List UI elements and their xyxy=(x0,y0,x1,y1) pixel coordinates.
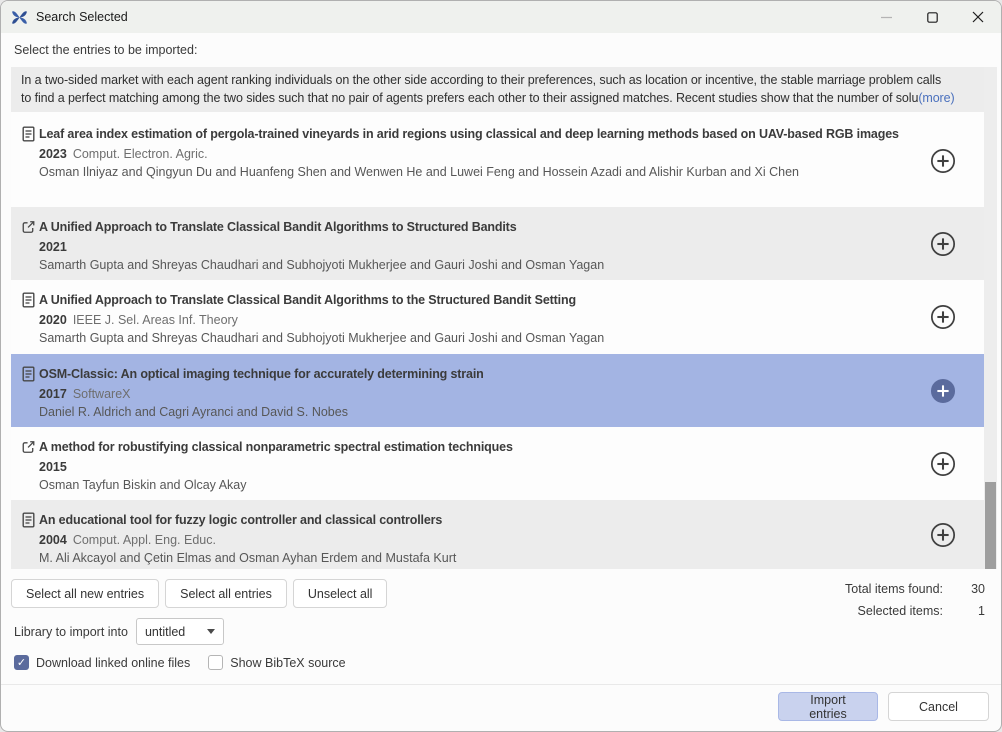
library-selected-value: untitled xyxy=(145,625,185,639)
library-select[interactable]: untitled xyxy=(136,618,224,645)
add-entry-button[interactable] xyxy=(930,522,956,548)
abstract-line2: to find a perfect matching among the two… xyxy=(21,90,918,108)
results-list: In a two-sided market with each agent ra… xyxy=(11,67,997,569)
external-link-icon xyxy=(21,219,36,235)
import-entries-button[interactable]: Import entries xyxy=(778,692,878,721)
more-link[interactable]: (more) xyxy=(918,90,954,108)
entry-year: 2023 xyxy=(39,147,67,161)
entry-year: 2004 xyxy=(39,533,67,547)
jabref-logo-icon xyxy=(11,9,28,26)
show-bibtex-checkbox[interactable] xyxy=(208,655,223,670)
search-selected-dialog: Search Selected Select the entries to be… xyxy=(0,0,1002,732)
entry-year: 2021 xyxy=(39,240,67,254)
abstract-preview: In a two-sided market with each agent ra… xyxy=(11,67,984,112)
entry-authors: Samarth Gupta and Shreyas Chaudhari and … xyxy=(39,329,928,347)
selected-items-label: Selected items: xyxy=(858,604,943,618)
entry-meta: 2017 SoftwareX xyxy=(39,385,928,403)
entry-journal: IEEE J. Sel. Areas Inf. Theory xyxy=(73,313,238,327)
entry-meta: 2020 IEEE J. Sel. Areas Inf. Theory xyxy=(39,311,928,329)
footer-divider xyxy=(1,684,1001,685)
entry-title: An educational tool for fuzzy logic cont… xyxy=(39,511,928,530)
external-link-icon xyxy=(21,439,36,455)
results-rows: In a two-sided market with each agent ra… xyxy=(11,67,984,569)
entry-title: A method for robustifying classical nonp… xyxy=(39,438,928,457)
entry-row-5[interactable]: A method for robustifying classical nonp… xyxy=(11,427,984,500)
add-entry-button[interactable] xyxy=(930,304,956,330)
entry-row-2[interactable]: A Unified Approach to Translate Classica… xyxy=(11,207,984,280)
dialog-button-bar: Import entries Cancel xyxy=(778,692,989,721)
stats-panel: Total items found: 30 Selected items: 1 xyxy=(845,578,985,622)
close-button[interactable] xyxy=(955,1,1001,33)
library-row: Library to import into untitled xyxy=(14,618,224,645)
entry-meta: 2023 Comput. Electron. Agric. xyxy=(39,145,928,163)
entry-row-4-selected[interactable]: OSM-Classic: An optical imaging techniqu… xyxy=(11,354,984,427)
entry-title: A Unified Approach to Translate Classica… xyxy=(39,291,928,310)
add-entry-button[interactable] xyxy=(930,231,956,257)
entry-year: 2020 xyxy=(39,313,67,327)
cancel-button[interactable]: Cancel xyxy=(888,692,989,721)
entry-journal: Comput. Appl. Eng. Educ. xyxy=(73,533,216,547)
entry-meta: 2021 xyxy=(39,238,928,256)
entry-meta: 2004 Comput. Appl. Eng. Educ. xyxy=(39,531,928,549)
minimize-button[interactable] xyxy=(863,1,909,33)
file-document-icon xyxy=(21,366,36,382)
options-row: ✓ Download linked online files Show BibT… xyxy=(14,655,364,670)
window-title: Search Selected xyxy=(36,10,128,24)
entry-year: 2015 xyxy=(39,460,67,474)
selection-buttons: Select all new entries Select all entrie… xyxy=(11,579,387,608)
entry-authors: Osman Tayfun Biskin and Olcay Akay xyxy=(39,476,928,494)
titlebar[interactable]: Search Selected xyxy=(1,1,1001,33)
add-entry-button[interactable] xyxy=(930,451,956,477)
list-scrollbar[interactable] xyxy=(984,67,997,569)
file-document-icon xyxy=(21,512,36,528)
entry-authors: Osman Ilniyaz and Qingyun Du and Huanfen… xyxy=(39,163,928,181)
entry-authors: Samarth Gupta and Shreyas Chaudhari and … xyxy=(39,256,928,274)
prompt-label: Select the entries to be imported: xyxy=(14,43,197,57)
select-all-entries-button[interactable]: Select all entries xyxy=(165,579,287,608)
entry-authors: Daniel R. Aldrich and Cagri Ayranci and … xyxy=(39,403,928,421)
scrollbar-thumb[interactable] xyxy=(985,482,996,569)
entry-year: 2017 xyxy=(39,387,67,401)
entry-title: OSM-Classic: An optical imaging techniqu… xyxy=(39,365,928,384)
entry-row-3[interactable]: A Unified Approach to Translate Classica… xyxy=(11,280,984,354)
file-document-icon xyxy=(21,126,36,142)
total-items-label: Total items found: xyxy=(845,582,943,596)
entry-title: Leaf area index estimation of pergola-tr… xyxy=(39,125,928,144)
entry-journal: Comput. Electron. Agric. xyxy=(73,147,208,161)
download-files-label: Download linked online files xyxy=(36,656,190,670)
entry-authors: M. Ali Akcayol and Çetin Elmas and Osman… xyxy=(39,549,928,567)
add-entry-button[interactable] xyxy=(930,148,956,174)
dropdown-arrow-icon xyxy=(207,629,215,634)
entry-row-1[interactable]: Leaf area index estimation of pergola-tr… xyxy=(11,114,984,207)
selected-items-value: 1 xyxy=(943,604,985,618)
show-bibtex-label: Show BibTeX source xyxy=(230,656,345,670)
maximize-button[interactable] xyxy=(909,1,955,33)
entry-row-6[interactable]: An educational tool for fuzzy logic cont… xyxy=(11,500,984,569)
entry-journal: SoftwareX xyxy=(73,387,131,401)
file-document-icon xyxy=(21,292,36,308)
entry-meta: 2015 xyxy=(39,458,928,476)
select-all-new-entries-button[interactable]: Select all new entries xyxy=(11,579,159,608)
checkmark-icon: ✓ xyxy=(17,656,26,669)
abstract-line1: In a two-sided market with each agent ra… xyxy=(21,72,974,90)
window-controls xyxy=(863,1,1001,33)
library-label: Library to import into xyxy=(14,625,128,639)
add-entry-button[interactable] xyxy=(930,378,956,404)
unselect-all-button[interactable]: Unselect all xyxy=(293,579,388,608)
total-items-value: 30 xyxy=(943,582,985,596)
download-files-checkbox[interactable]: ✓ xyxy=(14,655,29,670)
entry-title: A Unified Approach to Translate Classica… xyxy=(39,218,928,237)
